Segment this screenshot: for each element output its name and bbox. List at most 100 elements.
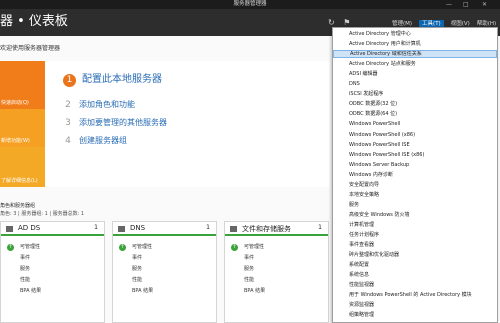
task-label: 创建服务器组 — [79, 136, 127, 145]
status-label: BPA 结果 — [244, 288, 266, 294]
menu-item[interactable]: Active Directory 域和信任关系 — [333, 50, 497, 59]
role-status-row[interactable]: 性能 — [244, 276, 254, 283]
role-status-row[interactable]: 事件 — [20, 254, 30, 261]
task-item[interactable]: 1 配置此本地服务器 — [63, 70, 162, 87]
menu-item[interactable]: 任务计划程序 — [333, 231, 497, 239]
welcome-title: 欢迎使用服务器管理器 — [0, 45, 61, 52]
menu-item[interactable]: 事件查看器 — [333, 241, 497, 249]
role-count: 1 — [206, 224, 210, 231]
role-tile[interactable]: 文件和存储服务 1 ↑ 可管理性事件服务性能 BPA 结果 — [224, 221, 329, 323]
menu-item[interactable]: Windows PowerShell — [333, 120, 497, 128]
task-label: 添加要管理的其他服务器 — [79, 118, 167, 127]
close-icon[interactable]: ✕ — [482, 0, 487, 9]
role-status-row[interactable]: BPA 结果 — [132, 287, 153, 294]
window-title: 服务器管理器 — [233, 1, 267, 7]
server-role-icon — [118, 226, 125, 232]
menu-item[interactable]: 计算机管理 — [333, 221, 497, 229]
menu-item[interactable]: Windows Server Backup — [333, 161, 497, 169]
menu-item[interactable]: Windows 内存诊断 — [333, 171, 497, 179]
role-status-row[interactable]: ↑ 可管理性 — [231, 243, 264, 251]
role-tile-header[interactable]: DNS 1 — [113, 222, 216, 236]
quickstart-label: 了解详细信息(L) — [1, 178, 38, 184]
menu-item[interactable]: ODBC 数据源(64 位) — [333, 110, 497, 118]
role-status-row[interactable]: 性能 — [132, 276, 142, 283]
menu-item[interactable]: ODBC 数据源(32 位) — [333, 100, 497, 108]
menu-item[interactable]: 安全配置向导 — [333, 181, 497, 189]
quickstart-item[interactable]: 新增功能(W) — [0, 109, 45, 147]
status-label: 事件 — [244, 255, 255, 261]
menu-item[interactable]: 用于 Windows PowerShell 的 Active Directory… — [333, 291, 497, 299]
role-count: 1 — [94, 224, 98, 231]
menu-item[interactable]: Windows PowerShell ISE — [333, 141, 497, 149]
role-status-row[interactable]: 性能 — [20, 276, 30, 283]
menu-item[interactable]: Active Directory 站点和服务 — [333, 60, 497, 68]
role-tile[interactable]: DNS 1 ↑ 可管理性事件服务性能 BPA 结果 — [112, 221, 217, 323]
role-name: 文件和存储服务 — [242, 225, 291, 233]
menu-item[interactable]: 系统信息 — [333, 271, 497, 279]
quickstart-panel: 快速启动(Q) 新增功能(W) 了解详细信息(L) — [0, 61, 45, 187]
role-status-row[interactable]: BPA 结果 — [244, 287, 265, 294]
menu-item[interactable]: ADSI 编辑器 — [333, 70, 497, 78]
menu-item[interactable]: Active Directory 用户和计算机 — [333, 40, 497, 48]
role-tile[interactable]: AD DS 1 ↑ 可管理性事件服务性能 BPA 结果 — [0, 221, 105, 323]
status-label: 服务 — [20, 266, 31, 272]
role-status-row[interactable]: 事件 — [132, 254, 142, 261]
quickstart-label: 新增功能(W) — [1, 138, 30, 144]
task-list: 1 配置此本地服务器 2 添加角色和功能 3 添加要管理的其他服务器 4 创建服务器组 — [45, 61, 330, 187]
role-status-row[interactable]: 服务 — [132, 265, 142, 272]
role-name: DNS — [130, 224, 146, 232]
flag-icon[interactable]: ⚑ — [343, 18, 350, 27]
breadcrumb: 器 • 仪表板 — [0, 14, 68, 29]
status-label: 性能 — [244, 277, 255, 283]
status-label: BPA 结果 — [132, 288, 154, 294]
role-status-row[interactable]: BPA 结果 — [20, 287, 41, 294]
menu-item[interactable]: iSCSI 发起程序 — [333, 90, 497, 98]
status-label: BPA 结果 — [20, 288, 42, 294]
task-item[interactable]: 3 添加要管理的其他服务器 — [63, 117, 167, 128]
status-label: 可管理性 — [20, 244, 41, 250]
menu-item[interactable]: 系统配置 — [333, 261, 497, 269]
menu-item[interactable]: 资源监视器 — [333, 301, 497, 309]
menu-item[interactable]: 组策略管理 — [333, 311, 497, 319]
menu-item[interactable]: 性能监视器 — [333, 281, 497, 289]
menu-item[interactable]: Active Directory 管理中心 — [333, 30, 497, 38]
task-number: 4 — [65, 136, 71, 146]
role-status-row[interactable]: 服务 — [244, 265, 254, 272]
menu-item[interactable]: Windows PowerShell ISE (x86) — [333, 151, 497, 159]
server-role-icon — [230, 226, 237, 232]
title-bar: 服务器管理器 — □ ✕ — [0, 0, 500, 9]
maximize-icon[interactable]: □ — [463, 0, 469, 9]
quickstart-item[interactable]: 了解详细信息(L) — [0, 147, 45, 187]
task-item[interactable]: 2 添加角色和功能 — [63, 99, 135, 110]
task-number: 2 — [65, 100, 71, 110]
task-label: 添加角色和功能 — [79, 100, 135, 109]
role-status-row[interactable]: ↑ 可管理性 — [7, 243, 40, 251]
role-tile-header[interactable]: 文件和存储服务 1 — [225, 222, 328, 236]
status-label: 服务 — [244, 266, 255, 272]
role-status-row[interactable]: 服务 — [20, 265, 30, 272]
status-label: 可管理性 — [132, 244, 153, 250]
minimize-icon[interactable]: — — [446, 0, 452, 9]
menu-item[interactable]: Windows PowerShell (x86) — [333, 131, 497, 139]
status-label: 可管理性 — [244, 244, 265, 250]
quickstart-item[interactable]: 快速启动(Q) — [0, 61, 45, 109]
status-ok-icon: ↑ — [119, 244, 126, 251]
menu-item[interactable]: 本地安全策略 — [333, 191, 497, 199]
role-name: AD DS — [18, 224, 41, 232]
status-ok-icon: ↑ — [7, 244, 14, 251]
menu-item[interactable]: 高级安全 Windows 防火墙 — [333, 211, 497, 219]
status-label: 服务 — [132, 266, 143, 272]
status-ok-icon: ↑ — [231, 244, 238, 251]
status-label: 事件 — [132, 255, 143, 261]
role-status-row[interactable]: 事件 — [244, 254, 254, 261]
task-item[interactable]: 4 创建服务器组 — [63, 135, 127, 146]
role-status-row[interactable]: ↑ 可管理性 — [119, 243, 152, 251]
server-role-icon — [6, 226, 13, 232]
menu-item[interactable]: DNS — [333, 80, 497, 88]
menu-item[interactable]: 碎片整理和优化驱动器 — [333, 251, 497, 259]
roles-summary: 角色: 3 | 服务器组: 1 | 服务器总数: 1 — [0, 211, 85, 217]
menu-item[interactable]: 服务 — [333, 201, 497, 209]
status-label: 性能 — [20, 277, 31, 283]
role-tile-header[interactable]: AD DS 1 — [1, 222, 104, 236]
refresh-icon[interactable]: ↻ — [328, 18, 335, 27]
